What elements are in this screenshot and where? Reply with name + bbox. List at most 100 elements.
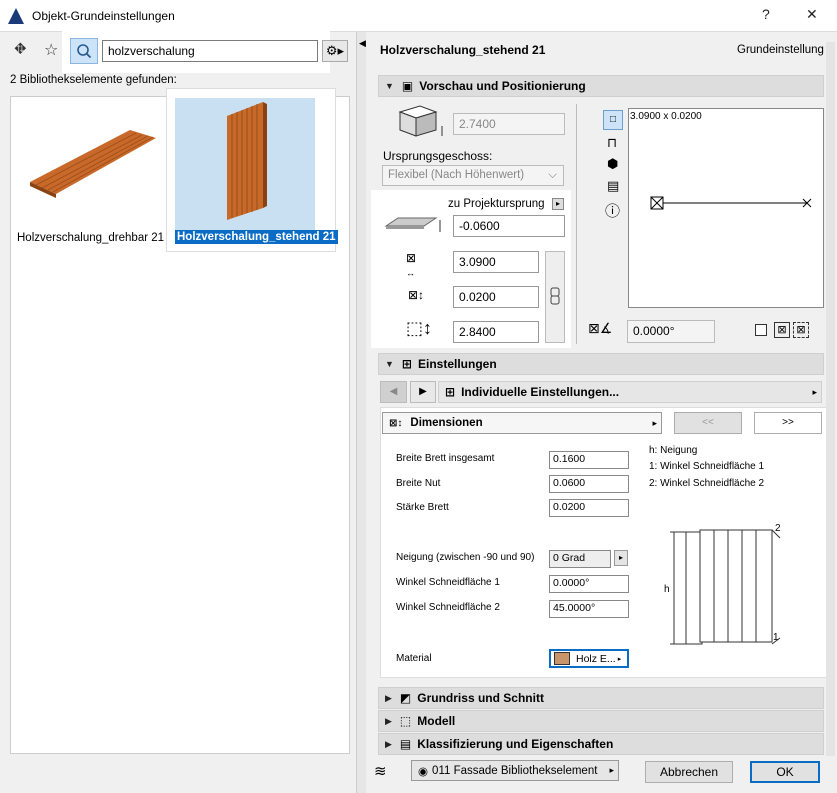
elevation-field[interactable]: -0.0600 [453, 215, 565, 237]
material-swatch [554, 652, 570, 665]
subpanel-label: Individuelle Einstellungen... [461, 385, 620, 399]
chain-link-button[interactable] [545, 251, 565, 343]
section-plan-section-header[interactable]: ▶ ◩ Grundriss und Schnitt [378, 687, 824, 709]
divider [576, 104, 577, 344]
section-title: Modell [417, 714, 456, 728]
view-film-icon[interactable]: ▤ [607, 178, 619, 194]
legend-item: 1: Winkel Schneidfläche 1 [649, 461, 765, 472]
preview-dimensions: 3.0900 x 0.0200 [630, 111, 702, 122]
height-field[interactable]: 2.8400 [453, 321, 539, 343]
diagram-label-1: 1 [773, 632, 779, 643]
origin-menu-arrow-icon[interactable]: ▸ [552, 198, 564, 210]
layer-dropdown[interactable]: ◉ 011 Fassade Bibliothekselement ▸ [411, 760, 619, 781]
parameters-icon: ⊞ [445, 385, 456, 399]
next-panel-button[interactable]: ▶ [410, 381, 436, 403]
section-preview-header[interactable]: ▼ ▣ Vorschau und Positionierung [378, 75, 824, 97]
view-2d-icon[interactable]: □ [603, 110, 623, 130]
mirror-none-icon[interactable] [755, 324, 767, 336]
page-dropdown[interactable]: ⊠↕ Dimensionen ▸ [382, 412, 662, 434]
angle-field[interactable]: 0.0000° [627, 320, 715, 343]
model-icon: ⬚ [399, 714, 412, 728]
breite-nut-field[interactable]: 0.0600 [549, 475, 629, 493]
object-name: Holzverschalung_stehend 21 [380, 43, 546, 57]
subpanel-dropdown[interactable]: ⊞ Individuelle Einstellungen... ▸ [438, 381, 822, 403]
rotation-angle-icon: ⊠∡ [588, 320, 613, 336]
ok-button[interactable]: OK [750, 761, 820, 783]
menu-arrow-icon: ▸ [812, 386, 817, 397]
eye-icon: ◉ [418, 765, 429, 778]
library-item-label[interactable]: Holzverschalung_drehbar 21 [17, 232, 164, 244]
search-button[interactable] [70, 38, 98, 64]
depth-field[interactable]: 0.0200 [453, 286, 539, 308]
material-picker[interactable]: Holz E... ▸ [549, 649, 629, 668]
library-item-drehbar[interactable] [20, 120, 160, 220]
library-item-label[interactable]: Holzverschalung_stehend 21 [175, 230, 338, 244]
neigung-field[interactable]: 0 Grad [549, 550, 611, 568]
results-count: 2 Bibliothekselemente gefunden: [10, 74, 177, 86]
section-title: Grundriss und Schnitt [417, 691, 544, 705]
next-page-button[interactable]: >> [754, 412, 822, 434]
expand-triangle-icon: ▶ [385, 692, 392, 703]
plan-section-icon: ◩ [399, 691, 412, 705]
search-input[interactable] [102, 40, 318, 62]
info-icon[interactable]: ⓘ [605, 200, 620, 221]
diagram-label-2: 2 [775, 523, 781, 534]
width-field[interactable]: 3.0900 [453, 251, 539, 273]
collapse-triangle-icon: ▼ [385, 81, 394, 91]
breite-brett-field[interactable]: 0.1600 [549, 451, 629, 469]
param-label: Material [396, 653, 432, 664]
param-label: Winkel Schneidfläche 1 [396, 577, 500, 588]
staerke-field[interactable]: 0.0200 [549, 499, 629, 517]
neigung-menu-icon[interactable]: ▸ [614, 550, 628, 566]
classification-icon: ▤ [399, 737, 412, 751]
section-title: Klassifizierung und Eigenschaften [417, 737, 614, 751]
origin-label[interactable]: zu Projektursprung [448, 198, 545, 210]
scrollbar[interactable] [826, 42, 835, 756]
panel-splitter[interactable] [356, 32, 366, 793]
section-classification-header[interactable]: ▶ ▤ Klassifizierung und Eigenschaften [378, 733, 824, 755]
folder-tree-icon[interactable]: ⛖ [14, 41, 27, 59]
param-label: Winkel Schneidfläche 2 [396, 602, 500, 613]
width-icon: ⊠ ↔ [406, 251, 417, 278]
menu-arrow-icon: ▸ [617, 655, 622, 663]
help-button[interactable]: ? [762, 6, 770, 22]
expand-triangle-icon: ▶ [385, 715, 392, 726]
winkel2-field[interactable]: 45.0000° [549, 600, 629, 618]
favorites-star-icon[interactable]: ☆ [44, 40, 58, 60]
section-title: Vorschau und Positionierung [419, 79, 586, 93]
mirror-y-icon[interactable]: ⊠ [793, 322, 809, 338]
wood-cladding-thumbnail [30, 130, 156, 198]
settings-icon: ⊞ [401, 357, 412, 371]
view-section-icon[interactable]: ⊓ [607, 135, 617, 151]
collapse-left-icon[interactable]: ◀ [359, 38, 366, 49]
expand-triangle-icon: ▶ [385, 738, 392, 749]
section-title: Einstellungen [417, 357, 497, 371]
title-bar: Objekt-Grundeinstellungen ? ✕ [0, 0, 837, 32]
search-icon [77, 44, 92, 59]
chevron-down-icon: ⌵ [548, 169, 557, 181]
menu-arrow-icon: ▸ [652, 417, 657, 428]
section-settings-header[interactable]: ▼ ⊞ Einstellungen [378, 353, 824, 375]
diagram-label-h: h [664, 584, 670, 595]
view-3d-icon[interactable]: ⬢ [607, 156, 618, 172]
legend-item: 2: Winkel Schneidfläche 2 [649, 478, 765, 489]
plan-line-drawing [650, 196, 812, 210]
param-label: Breite Brett insgesamt [396, 453, 495, 464]
winkel1-field[interactable]: 0.0000° [549, 575, 629, 593]
layer-icon: ≋ [374, 763, 387, 780]
story-dropdown[interactable]: Flexibel (Nach Höhenwert) ⌵ [382, 165, 564, 186]
story-value: Flexibel (Nach Höhenwert) [388, 169, 525, 181]
cancel-button[interactable]: Abbrechen [645, 761, 733, 783]
section-model-header[interactable]: ▶ ⬚ Modell [378, 710, 824, 732]
story-label: Ursprungsgeschoss: [383, 149, 493, 163]
prev-panel-button[interactable]: ◀ [380, 381, 407, 403]
page-label: Dimensionen [410, 417, 483, 429]
box-height-icon [394, 102, 448, 142]
height-value-field: 2.7400 [453, 113, 565, 135]
material-name: Holz E... [576, 652, 616, 665]
prev-page-button[interactable]: << [674, 412, 742, 434]
mirror-x-icon[interactable]: ⊠ [774, 322, 790, 338]
mode-label: Grundeinstellung [737, 44, 824, 56]
close-button[interactable]: ✕ [806, 6, 818, 23]
gear-icon[interactable]: ⚙▸ [322, 40, 348, 62]
